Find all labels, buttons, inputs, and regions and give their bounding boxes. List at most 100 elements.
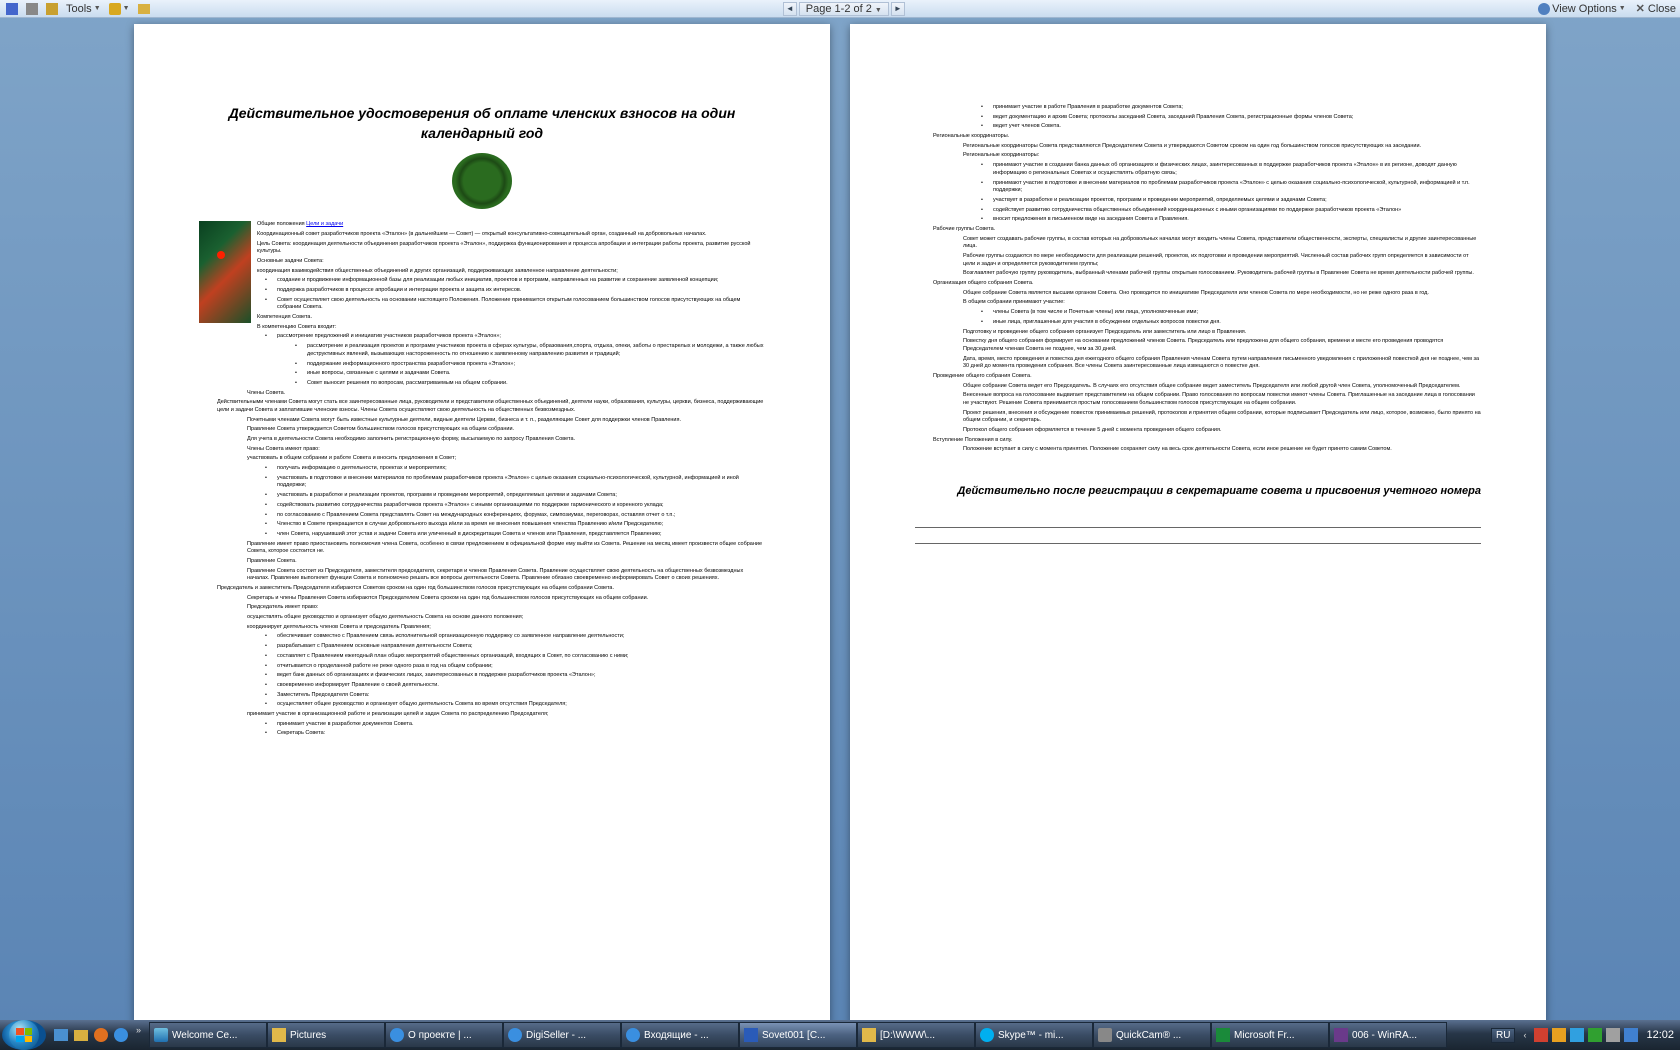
taskbar-item[interactable]: [D:\WWW\...	[857, 1022, 975, 1048]
outline-item: Проведение общего собрания Совета.	[933, 373, 1481, 381]
tray-icon[interactable]	[1534, 1028, 1548, 1042]
document-page-2: принимает участие в работе Правления в р…	[850, 24, 1546, 1024]
skype-icon	[980, 1028, 994, 1042]
taskbar-item-label: DigiSeller - ...	[526, 1030, 586, 1041]
certificate-seal-image	[452, 153, 512, 209]
switch-windows-button[interactable]	[72, 1025, 90, 1045]
outline-item: Вступление Положения в силу.	[933, 437, 1481, 445]
chevron-down-icon: ▼	[94, 5, 101, 12]
taskbar-item[interactable]: DigiSeller - ...	[503, 1022, 621, 1048]
tray-overflow[interactable]: ‹	[1523, 1030, 1526, 1040]
outline-item: Члены Совета.	[247, 390, 765, 398]
viewer-toolbar: Tools ▼ ▼ ◄ Page 1-2 of 2 ▼ ► View Optio…	[0, 0, 1680, 18]
taskbar-item[interactable]: Pictures	[267, 1022, 385, 1048]
quick-launch: »	[52, 1025, 145, 1045]
outline-item: иные вопросы, связанные с целями и задач…	[307, 370, 765, 378]
close-icon: ✕	[1636, 2, 1645, 15]
wmp-icon	[94, 1028, 108, 1042]
fp-icon	[1216, 1028, 1230, 1042]
print-button[interactable]	[24, 3, 40, 15]
tools-menu[interactable]: Tools ▼	[64, 3, 103, 15]
outline-item: Председатель и заместитель Председателя …	[217, 585, 765, 593]
page-indicator[interactable]: Page 1-2 of 2 ▼	[799, 2, 889, 16]
inline-link[interactable]: Цели и задачи	[306, 221, 343, 227]
outline-item: Для учета в деятельности Совета необходи…	[247, 436, 765, 444]
outline-item: Региональные координаторы:	[963, 152, 1481, 160]
document-outline-page1: Общие положения Цели и задачиКоординацио…	[199, 221, 765, 738]
ie-icon	[626, 1028, 640, 1042]
tray-icon[interactable]	[1606, 1028, 1620, 1042]
outline-item: иные лица, приглашенные для участия в об…	[993, 319, 1481, 327]
outline-item: поддержка разработчиков в процессе апроб…	[277, 287, 765, 295]
outline-item: содействует развитию сотрудничества обще…	[993, 207, 1481, 215]
taskbar-item[interactable]: QuickCam® ...	[1093, 1022, 1211, 1048]
close-preview-button[interactable]: ✕ Close	[1636, 2, 1676, 15]
outline-item: Совет может создавать рабочие группы, в …	[963, 236, 1481, 251]
ie-quick-launch[interactable]	[112, 1025, 130, 1045]
ie-icon	[390, 1028, 404, 1042]
outline-item: участвует в разработке и реализации прое…	[993, 197, 1481, 205]
mail-button[interactable]	[44, 3, 60, 15]
signature-line	[915, 534, 1481, 544]
taskbar-item-label: Microsoft Fr...	[1234, 1030, 1295, 1041]
save-button[interactable]	[4, 3, 20, 15]
taskbar-item-label: Welcome Ce...	[172, 1030, 237, 1041]
taskbar-item[interactable]: Входящие - ...	[621, 1022, 739, 1048]
system-tray: RU ‹ 12:02	[1485, 1028, 1680, 1043]
taskbar-item[interactable]: Microsoft Fr...	[1211, 1022, 1329, 1048]
validity-note: Действительно после регистрации в секрет…	[915, 484, 1481, 499]
tray-icon[interactable]	[1552, 1028, 1566, 1042]
tray-icon[interactable]	[1570, 1028, 1584, 1042]
outline-item: Цель Совета: координация деятельности об…	[247, 241, 765, 256]
taskbar-item[interactable]: 006 - WinRA...	[1329, 1022, 1447, 1048]
clock[interactable]: 12:02	[1646, 1029, 1674, 1041]
taskbar-item[interactable]: Welcome Ce...	[149, 1022, 267, 1048]
signature-lines	[915, 518, 1481, 544]
outline-item: Проект решения, внесения и обсуждение по…	[963, 410, 1481, 425]
outline-item: Региональные координаторы.	[933, 133, 1481, 141]
taskbar-item[interactable]: Skype™ - mi...	[975, 1022, 1093, 1048]
outline-item: принимает участие в работе Правления в р…	[993, 104, 1481, 112]
taskbar-item[interactable]: Sovet001 [C...	[739, 1022, 857, 1048]
outline-item: В компетенцию Совета входит:	[247, 324, 765, 332]
desktop-icon	[54, 1029, 68, 1041]
outline-item: осуществляет общее руководство и организ…	[277, 701, 765, 709]
prev-page-button[interactable]: ◄	[783, 2, 797, 16]
outline-item: разрабатывает с Правлением основные напр…	[277, 643, 765, 651]
language-indicator[interactable]: RU	[1491, 1028, 1515, 1043]
outline-item: участвовать в подготовке и внесении мате…	[277, 475, 765, 490]
chevron-down-icon: ▼	[123, 5, 130, 12]
outline-item: Региональные координаторы Совета предста…	[963, 143, 1481, 151]
outline-item: ведет учет членов Совета.	[993, 123, 1481, 131]
document-page-1: Действительное удостоверения об оплате ч…	[134, 24, 830, 1024]
outline-item: Правление Совета утверждается Советом бо…	[247, 426, 765, 434]
highlight-button[interactable]: ▼	[107, 3, 132, 15]
quick-launch-overflow[interactable]: »	[136, 1025, 141, 1045]
tray-icon[interactable]	[1588, 1028, 1602, 1042]
outline-item: Членство в Совете прекращается в случае …	[277, 521, 765, 529]
outline-item: ведет документацию и архив Совета; прото…	[993, 114, 1481, 122]
next-page-button[interactable]: ►	[891, 2, 905, 16]
outline-item: принимают участие в создании банка данны…	[993, 162, 1481, 177]
volume-icon[interactable]	[1624, 1028, 1638, 1042]
outline-item: Действительными членами Совета могут ста…	[217, 399, 765, 414]
outline-item: координирует деятельность членов Совета …	[247, 624, 765, 632]
taskbar-items: Welcome Ce... PicturesО проекте | ... Digi…	[149, 1022, 1485, 1048]
outline-item: Дата, время, место проведения и повестка…	[963, 356, 1481, 371]
taskbar-item[interactable]: О проекте | ...	[385, 1022, 503, 1048]
show-desktop-button[interactable]	[52, 1025, 70, 1045]
outline-item: вносит предложения в письменном виде на …	[993, 216, 1481, 224]
outline-item: Внесенные вопроса на голосование выдвига…	[963, 392, 1481, 407]
outline-item: Организация общего собрания Совета.	[933, 280, 1481, 288]
taskbar-item-label: [D:\WWW\...	[880, 1030, 935, 1041]
chevron-down-icon: ▼	[1619, 5, 1626, 12]
view-options-menu[interactable]: View Options ▼	[1536, 3, 1628, 15]
outline-item: по согласованию с Правлением Совета пред…	[277, 512, 765, 520]
document-viewport[interactable]: Действительное удостоверения об оплате ч…	[0, 18, 1680, 1030]
open-folder-button[interactable]	[136, 4, 152, 14]
start-button[interactable]	[2, 1020, 46, 1050]
media-player-button[interactable]	[92, 1025, 110, 1045]
outline-item: Секретарь Совета:	[277, 730, 765, 738]
outline-item: Правление Совета.	[247, 558, 765, 566]
view-icon	[1538, 3, 1550, 15]
